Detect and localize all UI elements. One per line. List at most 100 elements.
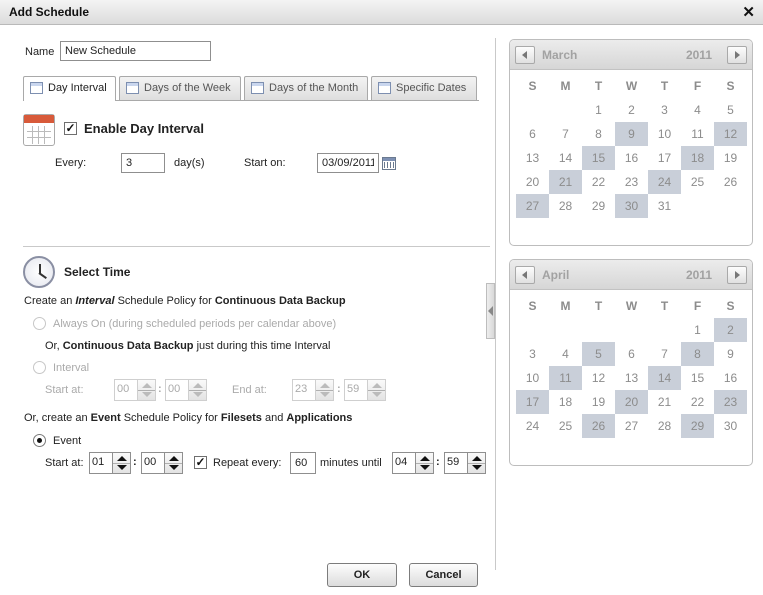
calendar-day[interactable]: 9 xyxy=(615,122,648,146)
date-picker-icon[interactable] xyxy=(382,157,396,170)
calendar-day[interactable]: 29 xyxy=(681,414,714,438)
calendar-icon xyxy=(378,82,391,94)
calendar-day[interactable]: 20 xyxy=(516,170,549,194)
calendar-day[interactable]: 26 xyxy=(714,170,747,194)
calendar-day[interactable]: 17 xyxy=(516,390,549,414)
section-divider xyxy=(23,246,490,247)
calendar-day[interactable]: 31 xyxy=(648,194,681,218)
event-policy-text: Or, create an Event Schedule Policy for … xyxy=(24,412,353,424)
cancel-button[interactable]: Cancel xyxy=(409,563,478,587)
repeat-minutes-input[interactable] xyxy=(290,452,316,474)
calendar-day[interactable]: 8 xyxy=(582,122,615,146)
calendar-day[interactable]: 2 xyxy=(714,318,747,342)
calendar-day[interactable]: 16 xyxy=(615,146,648,170)
calendar-day[interactable]: 8 xyxy=(681,342,714,366)
calendar-day[interactable]: 15 xyxy=(681,366,714,390)
calendar-day[interactable]: 14 xyxy=(549,146,582,170)
calendar-day[interactable]: 22 xyxy=(681,390,714,414)
calendar-day[interactable]: 30 xyxy=(714,414,747,438)
every-input[interactable] xyxy=(121,153,165,173)
event-start-hour-stepper[interactable]: 01 xyxy=(89,452,131,474)
calendar-day[interactable]: 3 xyxy=(516,342,549,366)
tab-days-of-the-month[interactable]: Days of the Month xyxy=(244,76,368,100)
calendar-day[interactable]: 19 xyxy=(582,390,615,414)
calendar-day[interactable]: 28 xyxy=(549,194,582,218)
calendar-day[interactable]: 7 xyxy=(648,342,681,366)
tab-days-of-the-week[interactable]: Days of the Week xyxy=(119,76,241,100)
calendar-day[interactable]: 19 xyxy=(714,146,747,170)
next-month-button[interactable] xyxy=(727,46,747,64)
calendar-day[interactable]: 21 xyxy=(549,170,582,194)
calendar-day[interactable]: 11 xyxy=(549,366,582,390)
calendar-day[interactable]: 10 xyxy=(516,366,549,390)
calendar-day[interactable]: 22 xyxy=(582,170,615,194)
calendar-day[interactable]: 4 xyxy=(549,342,582,366)
tab-day-interval[interactable]: Day Interval xyxy=(23,76,116,101)
calendar-day[interactable]: 20 xyxy=(615,390,648,414)
next-month-button[interactable] xyxy=(727,266,747,284)
weekday-header: W xyxy=(625,79,638,93)
calendar-day[interactable]: 14 xyxy=(648,366,681,390)
calendar-day[interactable]: 9 xyxy=(714,342,747,366)
calendar-day[interactable]: 3 xyxy=(648,98,681,122)
calendar-day[interactable]: 7 xyxy=(549,122,582,146)
calendar-day[interactable]: 6 xyxy=(615,342,648,366)
calendar-day[interactable]: 23 xyxy=(615,170,648,194)
previous-month-button[interactable] xyxy=(515,46,535,64)
start-on-input[interactable] xyxy=(317,153,379,173)
calendar-day[interactable]: 27 xyxy=(615,414,648,438)
calendar-day[interactable]: 24 xyxy=(516,414,549,438)
calendar-day[interactable]: 25 xyxy=(549,414,582,438)
event-until-minute-stepper[interactable]: 59 xyxy=(444,452,486,474)
calendar-day[interactable]: 18 xyxy=(549,390,582,414)
ok-button[interactable]: OK xyxy=(327,563,397,587)
event-radio[interactable] xyxy=(33,434,46,447)
calendar-day[interactable]: 12 xyxy=(714,122,747,146)
name-input[interactable] xyxy=(60,41,211,61)
calendar-day[interactable]: 27 xyxy=(516,194,549,218)
calendar-day[interactable]: 1 xyxy=(582,98,615,122)
repeat-every-checkbox[interactable]: ✓ xyxy=(194,456,207,469)
calendar-day[interactable]: 5 xyxy=(582,342,615,366)
calendar-day[interactable]: 13 xyxy=(615,366,648,390)
previous-month-button[interactable] xyxy=(515,266,535,284)
interval-end-hour-stepper[interactable]: 23 xyxy=(292,379,334,401)
calendar-day[interactable]: 18 xyxy=(681,146,714,170)
calendar-day[interactable]: 23 xyxy=(714,390,747,414)
interval-end-minute-stepper[interactable]: 59 xyxy=(344,379,386,401)
collapse-panel-handle[interactable] xyxy=(486,283,495,339)
enable-day-interval-checkbox[interactable]: ✓ xyxy=(64,122,77,135)
calendar-day[interactable]: 1 xyxy=(681,318,714,342)
chevron-down-icon xyxy=(420,465,430,470)
calendar-day[interactable]: 26 xyxy=(582,414,615,438)
calendar-day[interactable]: 2 xyxy=(615,98,648,122)
close-icon[interactable]: ✕ xyxy=(742,3,755,21)
calendar-day[interactable]: 12 xyxy=(582,366,615,390)
calendar-day[interactable]: 16 xyxy=(714,366,747,390)
calendar-day[interactable]: 6 xyxy=(516,122,549,146)
calendar-icon xyxy=(30,82,43,94)
calendar-day[interactable]: 10 xyxy=(648,122,681,146)
calendar-day[interactable]: 24 xyxy=(648,170,681,194)
calendar-day[interactable]: 5 xyxy=(714,98,747,122)
calendar-day[interactable]: 29 xyxy=(582,194,615,218)
always-on-radio[interactable] xyxy=(33,317,46,330)
tab-specific-dates[interactable]: Specific Dates xyxy=(371,76,477,100)
calendar-day[interactable]: 21 xyxy=(648,390,681,414)
weekday-header: M xyxy=(560,79,571,93)
chevron-up-icon xyxy=(372,383,382,388)
weekday-header: F xyxy=(693,79,702,93)
calendar-day[interactable]: 11 xyxy=(681,122,714,146)
calendar-day[interactable]: 25 xyxy=(681,170,714,194)
calendar-day[interactable]: 17 xyxy=(648,146,681,170)
interval-start-hour-stepper[interactable]: 00 xyxy=(114,379,156,401)
calendar-day[interactable]: 28 xyxy=(648,414,681,438)
calendar-day[interactable]: 13 xyxy=(516,146,549,170)
interval-radio[interactable] xyxy=(33,361,46,374)
calendar-day[interactable]: 15 xyxy=(582,146,615,170)
event-start-minute-stepper[interactable]: 00 xyxy=(141,452,183,474)
calendar-day[interactable]: 30 xyxy=(615,194,648,218)
event-until-hour-stepper[interactable]: 04 xyxy=(392,452,434,474)
calendar-day[interactable]: 4 xyxy=(681,98,714,122)
interval-start-minute-stepper[interactable]: 00 xyxy=(165,379,207,401)
